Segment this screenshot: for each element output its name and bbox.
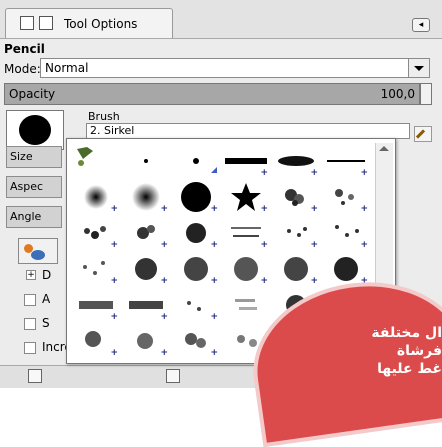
brush-size-marker: +	[210, 312, 218, 322]
brush-tile[interactable]: +	[323, 145, 369, 178]
brush-tile[interactable]: +	[273, 253, 319, 286]
brush-size-marker: +	[110, 240, 118, 250]
tool-options-icon	[20, 16, 34, 30]
tab-tool-options[interactable]: Tool Options	[5, 8, 173, 38]
brush-size-marker: +	[360, 204, 368, 214]
brush-tile[interactable]	[73, 145, 119, 177]
restore-preset-icon[interactable]	[166, 369, 180, 383]
brush-tile[interactable]	[123, 145, 169, 177]
brush-size-marker: +	[260, 240, 268, 250]
brush-tile[interactable]	[173, 145, 219, 177]
brush-tile[interactable]: +	[173, 289, 219, 322]
incremental-checkbox[interactable]	[24, 342, 36, 354]
angle-field[interactable]: Angle	[6, 206, 62, 228]
brush-size-marker: +	[310, 204, 318, 214]
brush-size-marker: +	[160, 204, 168, 214]
option-checkbox-s[interactable]	[24, 318, 36, 330]
scroll-up-icon[interactable]	[379, 146, 389, 151]
brush-icon	[39, 16, 53, 30]
brush-tile[interactable]: +	[223, 181, 269, 214]
callout-text: ال مختلفة فرشاة غط عليها	[264, 324, 442, 378]
brush-size-marker: +	[160, 348, 168, 358]
brush-size-marker: +	[110, 348, 118, 358]
tab-label: Tool Options	[64, 17, 138, 31]
brush-size-marker: +	[310, 168, 318, 178]
brush-tile[interactable]: +	[123, 217, 169, 250]
size-field[interactable]: Size	[6, 146, 62, 168]
opacity-slider[interactable]: Opacity 100,0	[4, 83, 420, 105]
brush-tile[interactable]: +	[123, 181, 169, 214]
aspect-field[interactable]: Aspec	[6, 176, 62, 198]
brush-preview-button[interactable]	[6, 110, 64, 150]
opacity-value: 100,0	[380, 87, 415, 101]
callout-line-2: فرشاة	[396, 343, 442, 359]
brush-tile[interactable]: +	[123, 253, 169, 286]
brush-tile[interactable]: +	[323, 181, 369, 214]
brush-tile[interactable]: +	[323, 253, 369, 286]
brush-size-marker: +	[210, 204, 218, 214]
brush-tile[interactable]: +	[173, 325, 219, 358]
brush-size-marker: +	[260, 204, 268, 214]
opacity-spin-button[interactable]	[420, 83, 432, 105]
mode-select[interactable]: Normal	[40, 58, 430, 78]
callout-line-3: غط عليها	[377, 361, 442, 377]
brush-tile[interactable]: +	[323, 217, 369, 250]
chevron-down-icon[interactable]	[408, 59, 429, 77]
brush-size-marker: +	[310, 240, 318, 250]
edit-brush-icon[interactable]	[414, 126, 432, 142]
brush-tile[interactable]: +	[223, 253, 269, 286]
brush-size-marker: +	[360, 240, 368, 250]
brush-size-marker: +	[310, 276, 318, 286]
brush-tile[interactable]: +	[173, 253, 219, 286]
brush-tile[interactable]: +	[123, 289, 169, 322]
callout-line-1: ال مختلفة	[371, 325, 442, 341]
brush-tile[interactable]: +	[73, 325, 119, 358]
brush-name-field[interactable]: 2. Sirkel	[86, 123, 410, 139]
mode-value: Normal	[45, 61, 89, 75]
brush-tile[interactable]: +	[273, 145, 319, 178]
brush-tile[interactable]: +	[73, 217, 119, 250]
tab-menu-button[interactable]: ◂	[412, 18, 430, 32]
brush-size-marker: +	[110, 276, 118, 286]
brush-tile[interactable]: +	[173, 217, 219, 250]
brush-tile[interactable]	[223, 289, 269, 321]
brush-size-marker: +	[160, 312, 168, 322]
option-label-a: A	[42, 292, 51, 306]
brush-size-marker: +	[160, 276, 168, 286]
brush-tile[interactable]: +	[273, 181, 319, 214]
brush-tile[interactable]: +	[223, 145, 269, 178]
brush-size-marker: +	[160, 240, 168, 250]
save-preset-icon[interactable]	[28, 369, 42, 383]
dock-tab-bar: Tool Options ◂	[0, 0, 442, 39]
brush-size-marker: +	[260, 276, 268, 286]
brush-size-marker: +	[210, 348, 218, 358]
brush-tile[interactable]: +	[73, 181, 119, 214]
mode-label: Mode:	[4, 62, 41, 76]
brush-tile[interactable]: +	[173, 181, 219, 214]
dynamics-icon[interactable]	[18, 238, 58, 264]
brush-tile[interactable]: +	[273, 217, 319, 250]
tool-title: Pencil	[4, 42, 45, 56]
brush-tile[interactable]: +	[73, 253, 119, 286]
brush-size-marker: +	[110, 204, 118, 214]
brush-size-marker: +	[110, 312, 118, 322]
option-label-s: S	[42, 316, 50, 330]
brush-tile[interactable]: +	[73, 289, 119, 322]
brush-label: Brush	[88, 110, 120, 123]
option-checkbox-a[interactable]	[24, 294, 36, 306]
dynamics-options-label: D	[42, 268, 52, 282]
brush-size-marker: +	[210, 276, 218, 286]
brush-size-marker: +	[210, 240, 218, 250]
brush-size-marker: +	[360, 168, 368, 178]
brush-size-marker: +	[260, 168, 268, 178]
opacity-label: Opacity	[9, 87, 56, 101]
brush-tile[interactable]: +	[123, 325, 169, 358]
brush-tile[interactable]: +	[223, 217, 269, 250]
expander-icon[interactable]: +	[26, 270, 36, 280]
